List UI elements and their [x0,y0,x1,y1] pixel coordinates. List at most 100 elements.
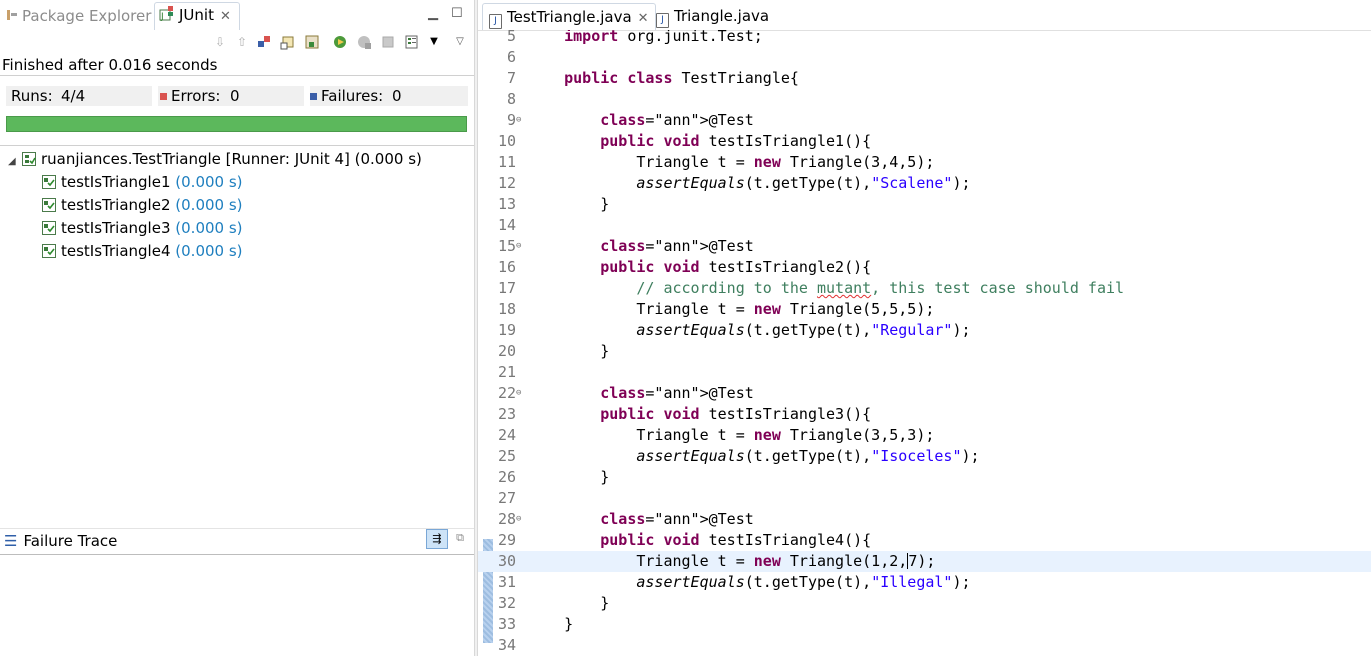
tree-test-item[interactable]: testIsTriangle4 (0.000 s) [42,240,243,262]
code-line[interactable]: 22 ⊖ class="ann">@Test [478,383,1371,404]
code-text: import org.junit.Test; [564,30,763,45]
line-number: 12 [497,174,516,192]
tab-package-explorer[interactable]: Package Explorer [6,4,151,28]
maximize-icon[interactable]: ☐ [451,6,463,21]
code-line[interactable]: 7 public class TestTriangle{ [478,68,1371,89]
fold-icon[interactable]: ⊖ [516,236,521,257]
dropdown-icon[interactable]: ▼ [426,34,442,50]
code-line[interactable]: 26 } [478,467,1371,488]
left-tab-bar: Package Explorer J JUnit ✕ ▁ ☐ [0,0,474,30]
collapse-icon[interactable]: ◢ [8,151,18,173]
code-line[interactable]: 25 assertEquals(t.getType(t),"Isoceles")… [478,446,1371,467]
line-number: 28 [497,510,516,528]
code-text: Triangle t = new Triangle(3,4,5); [528,153,935,171]
svg-text:J: J [160,12,164,21]
code-line[interactable]: 5 import org.junit.Test; [478,30,1371,47]
runs-label: Runs: [11,87,53,105]
show-failures-only-icon[interactable] [256,34,272,50]
tab-junit[interactable]: J JUnit ✕ [154,2,240,30]
fold-icon[interactable]: ⊖ [516,110,521,131]
code-line[interactable]: 20 } [478,341,1371,362]
errors-label: Errors: [171,87,221,105]
code-text: Triangle t = new Triangle(5,5,5); [528,300,935,318]
line-number: 10 [497,132,516,150]
line-number: 27 [497,489,516,507]
code-line[interactable]: 12 assertEquals(t.getType(t),"Scalene"); [478,173,1371,194]
code-line[interactable]: 18 Triangle t = new Triangle(5,5,5); [478,299,1371,320]
java-file-icon: J [656,13,669,28]
tab-triangle-java[interactable]: J Triangle.java [650,3,775,29]
line-number: 14 [497,216,516,234]
code-line[interactable]: 8 [478,89,1371,110]
code-text: assertEquals(t.getType(t),"Illegal"); [636,573,971,591]
code-line[interactable]: 31 assertEquals(t.getType(t),"Illegal"); [478,572,1371,593]
close-icon[interactable]: ✕ [638,11,649,26]
code-line[interactable]: 11 Triangle t = new Triangle(3,4,5); [478,152,1371,173]
code-line[interactable]: 21 [478,362,1371,383]
test-passed-icon [42,173,56,189]
rerun-failed-first-icon[interactable] [356,34,372,50]
scroll-lock-icon[interactable] [280,34,296,50]
code-editor[interactable]: 5 import org.junit.Test; 6 7 public class … [478,30,1371,656]
tree-test-item[interactable]: testIsTriangle2 (0.000 s) [42,194,243,216]
code-line[interactable]: 9 ⊖ class="ann">@Test [478,110,1371,131]
line-number: 6 [506,48,516,66]
code-line[interactable]: 30 Triangle t = new Triangle(1,2,7); [478,551,1371,572]
fold-icon[interactable]: ⊖ [516,383,521,404]
code-text: } [528,468,610,486]
code-line[interactable]: 17 // according to the mutant, this test… [478,278,1371,299]
test-time: (0.000 s) [175,173,243,191]
code-line[interactable]: 6 [478,47,1371,68]
rerun-icon[interactable] [332,34,348,50]
compare-results-icon[interactable]: ⧉ [452,531,468,547]
code-text: public void testIsTriangle2(){ [600,258,872,276]
divider [0,75,474,76]
code-text: Triangle t = new Triangle(1,2,7); [528,552,936,570]
code-line[interactable]: 27 [478,488,1371,509]
tab-testtriangle-java[interactable]: J TestTriangle.java ✕ [482,3,656,30]
next-failure-icon[interactable]: ⇩ [212,34,228,50]
code-line[interactable]: 14 [478,215,1371,236]
tree-suite-label: ruanjiances.TestTriangle [Runner: JUnit … [41,150,422,168]
minimize-icon[interactable]: ▁ [428,6,438,21]
code-line[interactable]: 33 } [478,614,1371,635]
code-line[interactable]: 24 Triangle t = new Triangle(3,5,3); [478,425,1371,446]
junit-view: Package Explorer J JUnit ✕ ▁ ☐ ⇩ ⇧ ▼ ▽ Fi… [0,0,474,656]
code-line[interactable]: 15 ⊖ class="ann">@Test [478,236,1371,257]
fold-icon[interactable]: ⊖ [516,509,521,530]
view-menu-icon[interactable] [404,34,420,50]
code-line[interactable]: 29 public void testIsTriangle4(){ [478,530,1371,551]
line-number: 24 [497,426,516,444]
runs-value: 4/4 [61,87,86,105]
failure-icon [310,93,317,100]
code-line[interactable]: 10 public void testIsTriangle1(){ [478,131,1371,152]
code-line[interactable]: 19 assertEquals(t.getType(t),"Regular"); [478,320,1371,341]
line-number: 8 [506,90,516,108]
stop-icon[interactable] [380,34,396,50]
line-number: 22 [497,384,516,402]
tree-test-item[interactable]: testIsTriangle3 (0.000 s) [42,217,243,239]
close-icon[interactable]: ✕ [220,9,231,24]
test-time: (0.000 s) [175,242,243,260]
error-icon [160,93,167,100]
tree-suite[interactable]: ◢ ruanjiances.TestTriangle [Runner: JUnit… [8,148,422,170]
code-line[interactable]: 13 } [478,194,1371,215]
code-line[interactable]: 32 } [478,593,1371,614]
code-line[interactable]: 28 ⊖ class="ann">@Test [478,509,1371,530]
history-icon[interactable] [304,34,320,50]
panel-menu-icon[interactable]: ▽ [452,34,468,50]
previous-failure-icon[interactable]: ⇧ [234,34,250,50]
code-line[interactable]: 34 [478,635,1371,656]
filter-stack-trace-icon[interactable]: ⇶ [426,529,448,549]
test-name: testIsTriangle1 [61,173,171,191]
tree-test-item[interactable]: testIsTriangle1 (0.000 s) [42,171,243,193]
code-text: class="ann">@Test [600,111,754,129]
code-line[interactable]: 16 public void testIsTriangle2(){ [478,257,1371,278]
text-caret [907,553,909,569]
line-number: 30 [497,552,516,570]
code-line[interactable]: 23 public void testIsTriangle3(){ [478,404,1371,425]
line-number: 7 [506,69,516,87]
divider [0,145,474,146]
editor-tab-label: Triangle.java [674,7,770,25]
test-passed-icon [42,242,56,258]
